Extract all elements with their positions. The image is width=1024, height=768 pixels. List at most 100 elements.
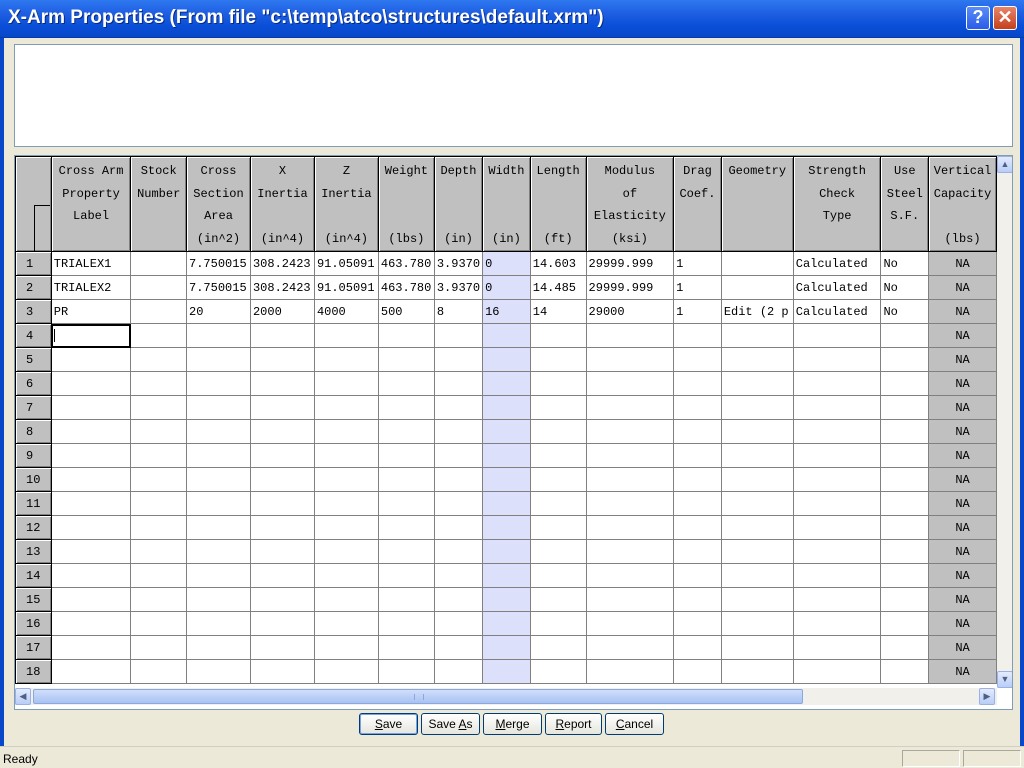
cell-xinertia[interactable] [249,587,315,612]
cell-steelsf[interactable] [880,539,930,564]
cell-area[interactable] [186,563,251,588]
cell-xinertia[interactable] [249,539,315,564]
cell-zinertia[interactable] [313,347,379,372]
cell-xinertia[interactable] [249,659,315,684]
cell-stock[interactable] [130,491,188,516]
cell-zinertia[interactable]: 91.05091 [313,275,379,300]
cell-width[interactable] [482,347,531,372]
cell-zinertia[interactable] [313,371,379,396]
cell-drag[interactable] [673,347,722,372]
cell-stock[interactable] [130,275,188,300]
row-number[interactable]: 13 [15,539,52,564]
cell-drag[interactable] [673,611,722,636]
cell-stock[interactable] [130,323,188,348]
cell-drag[interactable]: 1 [673,299,722,324]
cell-steelsf[interactable] [880,347,930,372]
cell-weight[interactable] [377,323,435,348]
cell-length[interactable] [529,371,587,396]
cell-stock[interactable] [130,251,188,276]
cell-modulus[interactable] [585,635,675,660]
cell-geometry[interactable] [720,611,794,636]
cell-depth[interactable] [433,347,484,372]
cell-vcap[interactable]: NA [928,515,997,540]
cell-vcap[interactable]: NA [928,299,997,324]
cell-vcap[interactable]: NA [928,635,997,660]
cell-depth[interactable] [433,635,484,660]
cell-xinertia[interactable] [249,443,315,468]
column-header-modulus[interactable]: Modulus of Elasticity (ksi) [585,156,675,252]
cell-geometry[interactable] [720,371,794,396]
cell-weight[interactable] [377,515,435,540]
cell-length[interactable] [529,491,587,516]
cell-label[interactable]: TRIALEX2 [50,275,132,300]
cell-stock[interactable] [130,443,188,468]
cell-weight[interactable] [377,419,435,444]
cell-length[interactable] [529,539,587,564]
cell-depth[interactable]: 3.9370 [433,275,484,300]
cell-steelsf[interactable] [880,587,930,612]
column-header-width[interactable]: Width (in) [482,156,531,252]
cell-depth[interactable] [433,659,484,684]
row-number[interactable]: 16 [15,611,52,636]
cell-weight[interactable]: 463.780 [377,251,435,276]
cell-depth[interactable] [433,443,484,468]
cell-xinertia[interactable] [249,491,315,516]
close-button[interactable]: ✕ [993,6,1017,30]
cell-geometry[interactable] [720,443,794,468]
cell-label[interactable] [50,347,132,372]
cell-zinertia[interactable] [313,539,379,564]
row-number[interactable]: 15 [15,587,52,612]
cell-zinertia[interactable]: 4000 [313,299,379,324]
cell-width[interactable]: 0 [482,251,531,276]
cell-weight[interactable] [377,371,435,396]
cell-strength[interactable] [792,611,882,636]
cell-area[interactable] [186,491,251,516]
cell-geometry[interactable] [720,659,794,684]
cell-strength[interactable] [792,635,882,660]
cell-strength[interactable] [792,347,882,372]
row-number[interactable]: 3 [15,299,52,324]
cell-stock[interactable] [130,467,188,492]
cell-length[interactable] [529,443,587,468]
cell-length[interactable] [529,347,587,372]
cell-width[interactable] [482,611,531,636]
cell-length[interactable]: 14 [529,299,587,324]
cell-strength[interactable] [792,659,882,684]
cell-strength[interactable] [792,587,882,612]
cell-stock[interactable] [130,635,188,660]
cell-xinertia[interactable] [249,635,315,660]
cell-geometry[interactable] [720,347,794,372]
cell-geometry[interactable] [720,587,794,612]
cell-width[interactable] [482,491,531,516]
cell-depth[interactable] [433,323,484,348]
cell-area[interactable] [186,659,251,684]
notes-textarea[interactable] [14,44,1013,147]
cell-strength[interactable] [792,515,882,540]
cell-vcap[interactable]: NA [928,443,997,468]
cell-area[interactable] [186,347,251,372]
cell-drag[interactable] [673,467,722,492]
row-number[interactable]: 10 [15,467,52,492]
cell-zinertia[interactable] [313,491,379,516]
cell-modulus[interactable] [585,347,675,372]
help-button[interactable]: ? [966,6,990,30]
cell-xinertia[interactable] [249,347,315,372]
scroll-down-icon[interactable]: ▼ [997,671,1012,688]
cell-steelsf[interactable] [880,467,930,492]
cell-modulus[interactable] [585,491,675,516]
cell-vcap[interactable]: NA [928,419,997,444]
cell-weight[interactable] [377,659,435,684]
column-header-zinertia[interactable]: Z Inertia (in^4) [313,156,379,252]
cell-area[interactable] [186,635,251,660]
cell-weight[interactable] [377,443,435,468]
cell-strength[interactable] [792,371,882,396]
cell-stock[interactable] [130,659,188,684]
cell-steelsf[interactable] [880,419,930,444]
cell-drag[interactable]: 1 [673,251,722,276]
cell-depth[interactable] [433,419,484,444]
cell-width[interactable] [482,443,531,468]
cell-vcap[interactable]: NA [928,323,997,348]
cell-geometry[interactable] [720,635,794,660]
cell-stock[interactable] [130,563,188,588]
cell-zinertia[interactable] [313,587,379,612]
